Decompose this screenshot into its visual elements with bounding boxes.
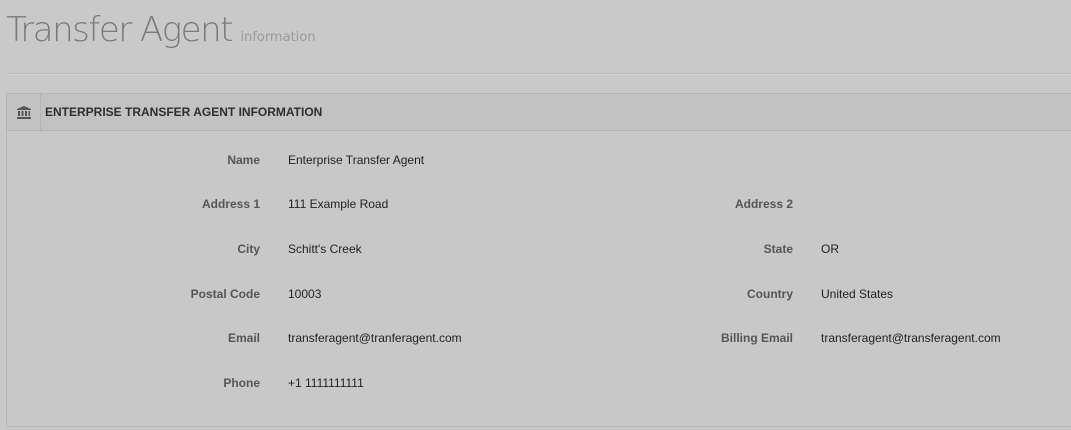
row-emails: Email transferagent@tranferagent.com Bil…	[7, 328, 1071, 348]
row-address: Address 1 111 Example Road Address 2	[7, 194, 1071, 214]
panel-title: ENTERPRISE TRANSFER AGENT INFORMATION	[45, 105, 323, 119]
row-name: Name Enterprise Transfer Agent	[7, 150, 1071, 170]
country-label: Country	[747, 287, 793, 301]
row-phone: Phone +1 1111111111	[7, 373, 1071, 393]
bank-icon	[7, 94, 41, 130]
city-value: Schitt's Creek	[288, 242, 362, 256]
postal-code-label: Postal Code	[190, 287, 260, 301]
state-value: OR	[821, 242, 839, 256]
city-label: City	[237, 242, 260, 256]
email-value: transferagent@tranferagent.com	[288, 331, 462, 345]
address1-value: 111 Example Road	[288, 197, 389, 211]
address1-label: Address 1	[201, 197, 260, 211]
panel-heading: ENTERPRISE TRANSFER AGENT INFORMATION	[7, 94, 1071, 131]
header-divider	[6, 73, 1071, 75]
phone-label: Phone	[223, 376, 260, 390]
postal-code-value: 10003	[288, 287, 322, 301]
name-value: Enterprise Transfer Agent	[288, 153, 425, 167]
page-header: Transfer Agent information	[6, 10, 315, 60]
page-subtitle: information	[240, 30, 316, 45]
row-city-state: City Schitt's Creek State OR	[7, 239, 1071, 259]
address2-label: Address 2	[734, 197, 793, 211]
page-title: Transfer Agent	[6, 10, 233, 50]
name-label: Name	[227, 153, 260, 167]
row-postal-country: Postal Code 10003 Country United States	[7, 284, 1071, 304]
billing-email-value: transferagent@transferagent.com	[821, 331, 1001, 345]
phone-value: +1 1111111111	[288, 376, 364, 390]
state-label: State	[763, 242, 793, 256]
country-value: United States	[821, 287, 894, 301]
transfer-agent-info-panel: ENTERPRISE TRANSFER AGENT INFORMATION Na…	[6, 93, 1071, 427]
billing-email-label: Billing Email	[720, 331, 793, 345]
email-label: Email	[227, 331, 260, 345]
